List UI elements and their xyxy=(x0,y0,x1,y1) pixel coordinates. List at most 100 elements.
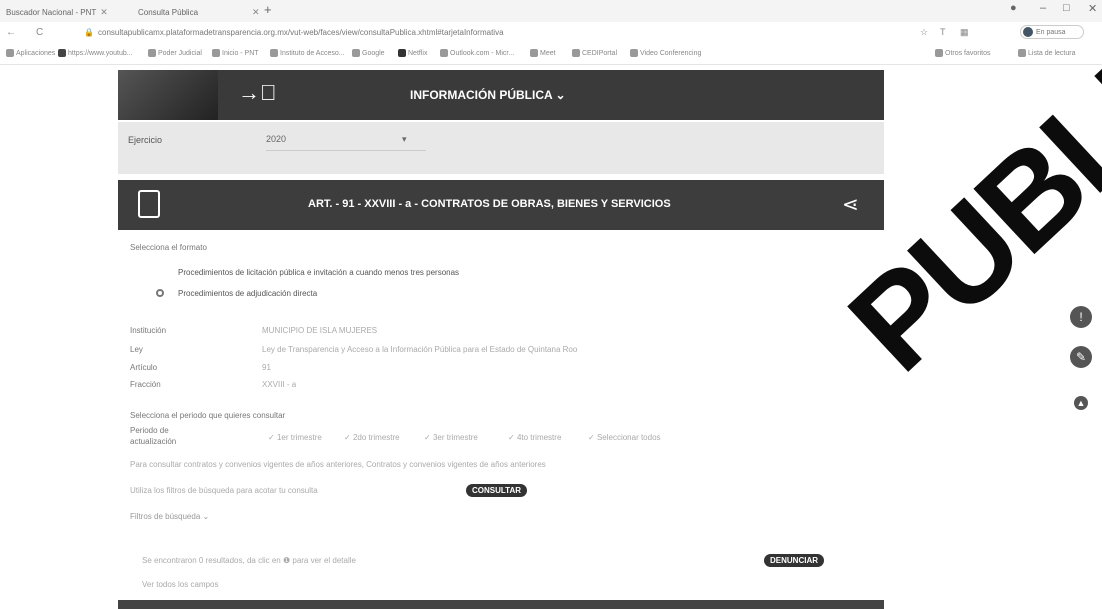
periodo-option-label: 3er trimestre xyxy=(432,433,478,442)
formato-option-licitacion[interactable]: Procedimientos de licitación pública e i… xyxy=(178,268,459,277)
bookmark-item[interactable]: Netflix xyxy=(398,49,427,57)
apps-icon xyxy=(6,49,14,57)
tab-buscador[interactable]: Buscador Nacional - PNT ✕ xyxy=(6,4,108,20)
bookmark-label: Aplicaciones xyxy=(16,49,56,57)
bookmark-icon xyxy=(148,49,156,57)
tab-label: Consulta Pública xyxy=(138,7,199,17)
star-icon[interactable]: ☆ xyxy=(920,27,928,38)
formato-prompt: Selecciona el formato xyxy=(130,243,207,252)
footer-band xyxy=(118,600,884,609)
close-icon[interactable]: ✕ xyxy=(252,7,260,18)
ley-label: Ley xyxy=(130,345,143,354)
bookmark-item[interactable]: Otros favoritos xyxy=(935,49,991,57)
close-window-icon[interactable]: ✕ xyxy=(1088,2,1097,15)
periodo-prompt: Selecciona el periodo que quieres consul… xyxy=(130,411,286,420)
minimize-icon[interactable]: – xyxy=(1040,2,1046,14)
articulo-value: 91 xyxy=(262,363,271,372)
reload-icon[interactable]: C xyxy=(36,27,43,38)
periodo-option-label: 1er trimestre xyxy=(276,433,322,442)
page-title[interactable]: INFORMACIÓN PÚBLICA ⌄ xyxy=(410,88,566,102)
lock-icon: 🔒 xyxy=(84,28,94,37)
bookmark-label: Otros favoritos xyxy=(945,49,991,57)
bookmark-item[interactable]: Outlook.com - Micr... xyxy=(440,49,514,57)
periodo-option[interactable]: ✓ Seleccionar todos xyxy=(588,433,661,442)
periodo-option-label: Seleccionar todos xyxy=(596,433,661,442)
translate-icon[interactable]: T xyxy=(940,27,946,37)
avatar xyxy=(1023,27,1033,37)
bookmark-item[interactable]: https://www.youtub... xyxy=(58,49,133,57)
bookmark-label: Instituto de Acceso... xyxy=(280,49,345,57)
articulo-label: Artículo xyxy=(130,363,158,372)
share-icon[interactable]: ⋖ xyxy=(842,192,859,217)
results-text: Se encontraron 0 resultados, da clic en … xyxy=(142,556,356,565)
globe-icon xyxy=(572,49,580,57)
bookmark-item[interactable]: Lista de lectura xyxy=(1018,49,1075,57)
header-image xyxy=(118,70,218,120)
outlook-icon xyxy=(440,49,448,57)
article-title: ART. - 91 - XXVIII - a - CONTRATOS DE OB… xyxy=(308,198,671,210)
ejercicio-value: 2020 xyxy=(266,134,287,144)
bookmark-label: Meet xyxy=(540,49,556,57)
periodo-option-label: 4to trimestre xyxy=(516,433,562,442)
periodo-option[interactable]: ✓ 2do trimestre xyxy=(344,433,400,442)
periodo-option[interactable]: ✓ 4to trimestre xyxy=(508,433,561,442)
denunciar-button[interactable]: DENUNCIAR xyxy=(764,554,824,567)
login-icon[interactable]: →⃞ xyxy=(238,80,277,106)
institucion-value: MUNICIPIO DE ISLA MUJERES xyxy=(262,326,378,335)
profile-label: En pausa xyxy=(1036,28,1066,36)
bookmark-item[interactable]: Poder Judicial xyxy=(148,49,202,57)
filter-band xyxy=(118,122,884,174)
bookmark-label: CEDIPortal xyxy=(582,49,618,57)
bookmark-item[interactable]: Video Conferencing xyxy=(630,49,701,57)
tab-consulta[interactable]: Consulta Pública ✕ xyxy=(138,4,260,20)
radio-adjudicacion[interactable] xyxy=(156,289,164,297)
profile-button[interactable]: En pausa xyxy=(1020,25,1084,39)
ejercicio-select[interactable]: 2020 ▾ xyxy=(266,134,426,151)
bookmark-label: Inicio - PNT xyxy=(222,49,259,57)
bookmark-item[interactable]: Aplicaciones xyxy=(6,49,55,57)
bookmark-label: https://www.youtub... xyxy=(68,49,133,57)
bookmark-item[interactable]: Meet xyxy=(530,49,556,57)
meet-icon xyxy=(530,49,538,57)
arrow-up-icon[interactable]: ▲ xyxy=(1074,396,1088,410)
bookmark-label: Lista de lectura xyxy=(1028,49,1076,57)
filtros-toggle[interactable]: Filtros de búsqueda ⌄ xyxy=(130,512,209,521)
clipboard-icon xyxy=(138,190,160,218)
fraccion-value: XXVIII - a xyxy=(262,380,297,389)
fraccion-label: Fracción xyxy=(130,380,161,389)
close-icon[interactable]: ✕ xyxy=(100,7,108,18)
bookmark-label: Poder Judicial xyxy=(158,49,202,57)
consultar-button[interactable]: CONSULTAR xyxy=(466,484,528,497)
youtube-icon xyxy=(58,49,66,57)
bookmark-label: Outlook.com - Micr... xyxy=(450,49,515,57)
video-icon xyxy=(630,49,638,57)
folder-icon xyxy=(935,49,943,57)
google-icon xyxy=(352,49,360,57)
new-tab-button[interactable]: + xyxy=(264,2,272,17)
wrench-icon[interactable]: ✎ xyxy=(1070,346,1092,368)
ver-campos-link[interactable]: Ver todos los campos xyxy=(142,580,218,589)
maximize-icon[interactable]: □ xyxy=(1063,2,1070,14)
formato-option-adjudicacion[interactable]: Procedimientos de adjudicación directa xyxy=(178,289,317,298)
extension-icon[interactable]: ▦ xyxy=(960,27,969,38)
consulta-prompt: Utiliza los filtros de búsqueda para aco… xyxy=(130,486,318,495)
bookmark-label: Netflix xyxy=(408,49,428,57)
periodo-option[interactable]: ✓ 3er trimestre xyxy=(424,433,478,442)
bookmark-icon xyxy=(212,49,220,57)
ley-value: Ley de Transparencia y Acceso a la Infor… xyxy=(262,345,578,354)
periodo-note[interactable]: Para consultar contratos y convenios vig… xyxy=(130,460,546,469)
record-icon[interactable]: ● xyxy=(1010,2,1017,14)
bookmark-item[interactable]: Instituto de Acceso... xyxy=(270,49,345,57)
periodo-label: Periodo de actualización xyxy=(130,426,177,446)
bookmark-item[interactable]: Inicio - PNT xyxy=(212,49,259,57)
info-icon[interactable]: ! xyxy=(1070,306,1092,328)
bookmark-label: Video Conferencing xyxy=(640,49,702,57)
periodo-option-label: 2do trimestre xyxy=(352,433,400,442)
url-field[interactable]: consultapublicamx.plataformadetransparen… xyxy=(98,28,504,37)
tab-label: Buscador Nacional - PNT xyxy=(6,7,97,17)
bookmark-icon xyxy=(270,49,278,57)
back-icon[interactable]: ← xyxy=(6,27,16,38)
periodo-option[interactable]: ✓ 1er trimestre xyxy=(268,433,322,442)
bookmark-item[interactable]: Google xyxy=(352,49,385,57)
bookmark-item[interactable]: CEDIPortal xyxy=(572,49,617,57)
